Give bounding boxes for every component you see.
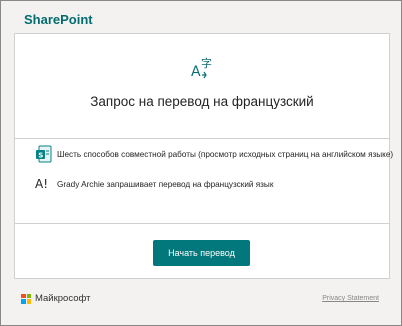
svg-text:字: 字 [201, 56, 212, 70]
heading-section: A 字 Запрос на перевод на французский [15, 34, 389, 139]
translate-icon: A 字 [191, 56, 212, 80]
microsoft-logo-icon [21, 293, 31, 304]
microsoft-logo: Майкрософт [21, 293, 90, 304]
email-frame: SharePoint A 字 Запрос на перевод на фран… [0, 0, 402, 326]
content-card: A 字 Запрос на перевод на французский S Ш… [14, 33, 393, 279]
sharepoint-page-icon: S [36, 145, 52, 163]
request-row: A! Grady Archie запрашивает перевод на ф… [35, 177, 273, 191]
start-translation-button[interactable]: Начать перевод [153, 240, 250, 266]
sharepoint-brand: SharePoint [24, 12, 93, 27]
svg-text:A: A [191, 64, 201, 80]
language-icon: A! [35, 177, 49, 191]
page-title: Запрос на перевод на французский [90, 94, 314, 109]
company-name: Майкрософт [35, 293, 91, 304]
source-page-text: Шесть способов совместной работы (просмо… [57, 149, 394, 159]
svg-text:S: S [38, 151, 43, 159]
request-text: Grady Archie запрашивает перевод на фран… [57, 179, 274, 189]
source-page-row: S Шесть способов совместной работы (прос… [35, 145, 393, 163]
privacy-statement-link[interactable]: Privacy Statement [322, 295, 379, 302]
